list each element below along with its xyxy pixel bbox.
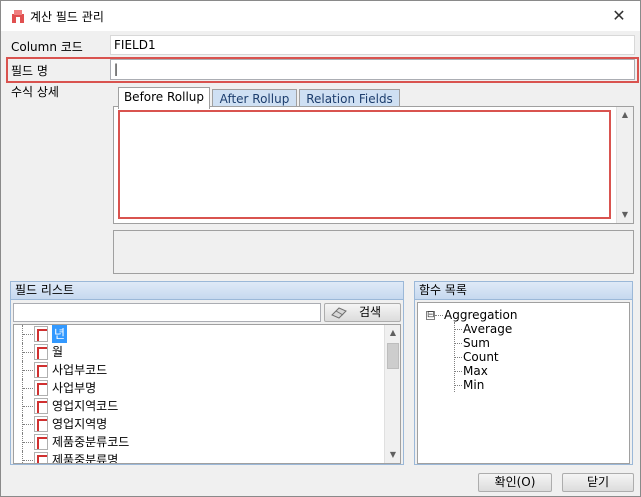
tree-node-count[interactable]: Count <box>463 350 499 364</box>
window-title: 계산 필드 관리 <box>30 10 104 24</box>
field-list-group: 필드 리스트 검색 년 월 사업부코드 사업부명 영업지역코드 영업지역명 제품… <box>10 281 404 465</box>
field-icon <box>34 452 48 463</box>
list-item[interactable]: 년 <box>14 325 384 343</box>
tab-before-rollup[interactable]: Before Rollup <box>118 87 210 109</box>
field-icon <box>34 380 48 396</box>
formula-label: 수식 상세 <box>11 85 59 99</box>
field-icon <box>34 362 48 378</box>
field-name-input[interactable]: | <box>110 59 635 80</box>
formula-scrollbar[interactable]: ▲ ▼ <box>616 107 633 223</box>
scroll-thumb[interactable] <box>387 343 399 369</box>
column-code-label: Column 코드 <box>11 40 83 54</box>
scroll-down-icon[interactable]: ▼ <box>617 207 633 223</box>
field-icon <box>34 416 48 432</box>
field-list-header: 필드 리스트 <box>11 282 403 300</box>
search-button[interactable]: 검색 <box>324 303 401 322</box>
list-item[interactable]: 영업지역명 <box>14 415 384 433</box>
field-icon <box>34 326 48 342</box>
formula-preview-box <box>113 230 634 274</box>
function-list-header: 함수 목록 <box>415 282 632 300</box>
list-item[interactable]: 영업지역코드 <box>14 397 384 415</box>
field-name-label: 필드 명 <box>11 64 48 78</box>
list-item[interactable]: 제품중분류코드 <box>14 433 384 451</box>
function-list-group: 함수 목록 ⊟ Aggregation Average Sum Count Ma… <box>414 281 633 465</box>
eraser-icon <box>331 307 347 319</box>
tree-node-aggregation[interactable]: Aggregation <box>444 308 517 322</box>
app-icon <box>12 10 24 23</box>
close-window-button[interactable]: ✕ <box>604 3 634 29</box>
field-search-input[interactable] <box>13 303 321 322</box>
calc-field-dialog: 계산 필드 관리 ✕ Column 코드 FIELD1 필드 명 | 수식 상세… <box>0 0 641 497</box>
tree-node-max[interactable]: Max <box>463 364 488 378</box>
scroll-up-icon[interactable]: ▲ <box>617 107 633 123</box>
scroll-down-icon[interactable]: ▼ <box>385 447 400 463</box>
field-icon <box>34 344 48 360</box>
list-item[interactable]: 월 <box>14 343 384 361</box>
column-code-field[interactable]: FIELD1 <box>110 35 635 55</box>
scroll-up-icon[interactable]: ▲ <box>385 325 400 341</box>
list-item[interactable]: 제품중분류명 <box>14 451 384 463</box>
function-tree: ⊟ Aggregation Average Sum Count Max Min <box>417 302 630 464</box>
field-list-scrollbar[interactable]: ▲ ▼ <box>384 325 400 463</box>
field-list: 년 월 사업부코드 사업부명 영업지역코드 영업지역명 제품중분류코드 제품중분… <box>13 324 401 464</box>
field-icon <box>34 434 48 450</box>
tree-node-min[interactable]: Min <box>463 378 484 392</box>
close-button[interactable]: 닫기 <box>562 473 634 492</box>
title-bar: 계산 필드 관리 ✕ <box>1 1 640 31</box>
field-icon <box>34 398 48 414</box>
list-item[interactable]: 사업부코드 <box>14 361 384 379</box>
ok-button[interactable]: 확인(O) <box>478 473 552 492</box>
tree-node-average[interactable]: Average <box>463 322 512 336</box>
tree-node-sum[interactable]: Sum <box>463 336 490 350</box>
formula-editor-panel: ▲ ▼ <box>113 106 634 224</box>
list-item[interactable]: 사업부명 <box>14 379 384 397</box>
collapse-icon[interactable]: ⊟ <box>426 311 435 320</box>
search-button-label: 검색 <box>359 305 382 319</box>
